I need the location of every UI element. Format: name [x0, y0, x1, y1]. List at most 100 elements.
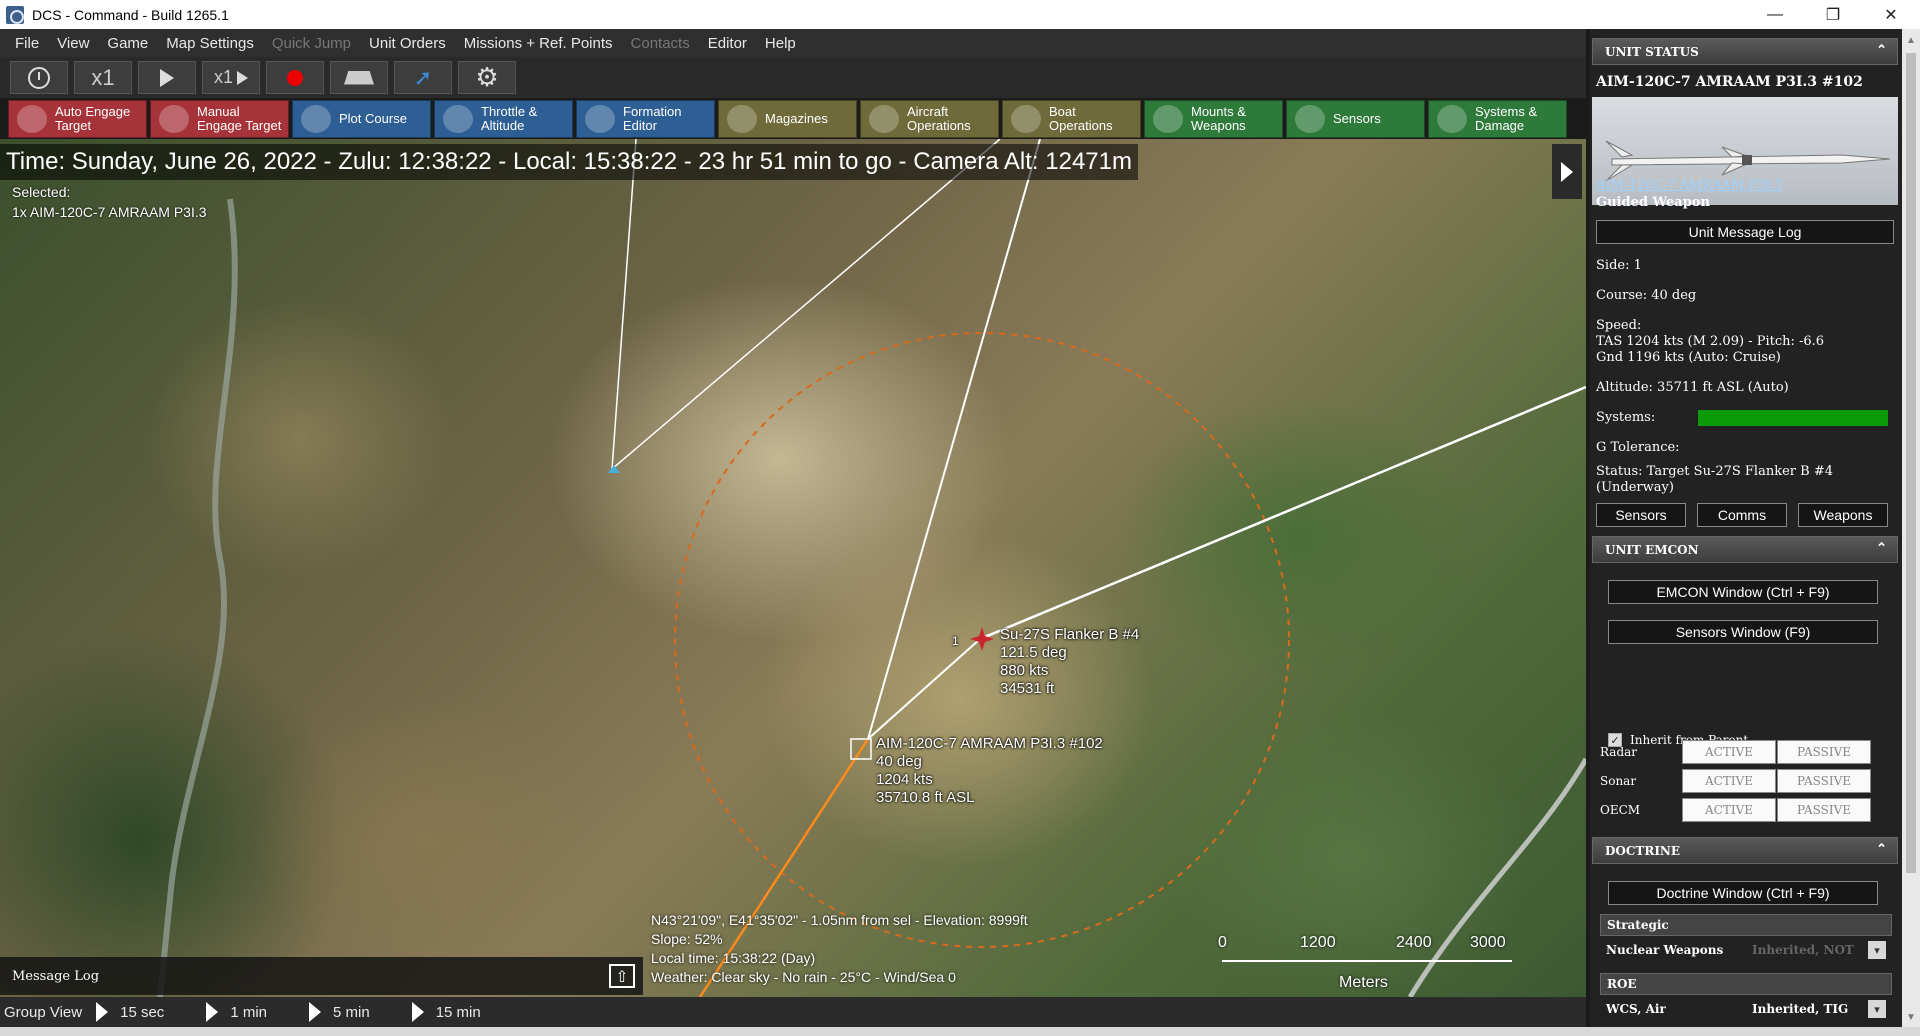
emcon-window-button[interactable]: EMCON Window (Ctrl + F9): [1608, 580, 1878, 604]
menu-unit-orders[interactable]: Unit Orders: [360, 35, 455, 52]
play-button[interactable]: [138, 61, 196, 94]
time-compression-button[interactable]: x1: [74, 61, 132, 94]
unit-status-line1: Status: Target Su-27S Flanker B #4: [1596, 464, 1833, 479]
message-log-bar[interactable]: Message Log ⇧: [0, 957, 643, 995]
sonar-passive-option[interactable]: PASSIVE: [1777, 769, 1871, 793]
mounts-weapons-button[interactable]: Mounts & Weapons: [1144, 100, 1283, 138]
step-5min-label: 5 min: [333, 1003, 370, 1021]
menu-file[interactable]: File: [6, 35, 48, 52]
collapse-icon[interactable]: ⌃: [1876, 43, 1887, 58]
step-button[interactable]: x1: [202, 61, 260, 94]
menu-quick-jump[interactable]: Quick Jump: [263, 35, 360, 52]
magazines-button[interactable]: Magazines: [718, 100, 857, 138]
step-15min-button[interactable]: 15 min: [411, 1002, 481, 1022]
sensors-label: Sensors: [1333, 111, 1381, 126]
map-overlay: [157, 139, 1586, 997]
minimize-button[interactable]: —: [1746, 0, 1804, 29]
close-button[interactable]: ✕: [1862, 0, 1920, 29]
play-icon: [96, 1002, 109, 1022]
collapse-icon[interactable]: ⌃: [1876, 541, 1887, 556]
menu-view[interactable]: View: [48, 35, 98, 52]
time-status-bar: Time: Sunday, June 26, 2022 - Zulu: 12:3…: [0, 144, 1138, 180]
group-view-toggle[interactable]: Group View: [0, 1004, 82, 1021]
target-name: Su-27S Flanker B #4: [1000, 626, 1140, 643]
radar-passive-option[interactable]: PASSIVE: [1777, 740, 1871, 764]
mounts-label-2: Weapons: [1191, 118, 1246, 133]
oecm-passive-option[interactable]: PASSIVE: [1777, 798, 1871, 822]
sensors-tab-button[interactable]: Sensors: [1596, 503, 1686, 527]
speed-label: Speed:: [1596, 318, 1642, 333]
crosshair-icon: [159, 105, 189, 133]
sensors-icon: [1295, 105, 1325, 133]
sensors-button[interactable]: Sensors: [1286, 100, 1425, 138]
panel-scrollbar[interactable]: ▲ ▼: [1902, 29, 1920, 1027]
menu-game[interactable]: Game: [98, 35, 157, 52]
menu-missions-ref-points[interactable]: Missions + Ref. Points: [455, 35, 622, 52]
nuclear-weapons-label: Nuclear Weapons: [1606, 943, 1724, 957]
mounts-label-1: Mounts &: [1191, 104, 1246, 119]
sonar-active-option[interactable]: ACTIVE: [1682, 769, 1776, 793]
menu-contacts[interactable]: Contacts: [622, 35, 699, 52]
time-compression-label: x1: [91, 64, 115, 90]
pointer-button[interactable]: ➚: [394, 61, 452, 94]
step-15sec-label: 15 sec: [120, 1003, 165, 1021]
settings-button[interactable]: ⚙: [458, 61, 516, 94]
menu-help[interactable]: Help: [756, 35, 805, 52]
doctrine-window-button[interactable]: Doctrine Window (Ctrl + F9): [1608, 881, 1878, 905]
dropdown-icon[interactable]: ▾: [1868, 1000, 1886, 1018]
radar-active-option[interactable]: ACTIVE: [1682, 740, 1776, 764]
tactical-map[interactable]: Time: Sunday, June 26, 2022 - Zulu: 12:3…: [0, 139, 1586, 997]
speed-gnd: Gnd 1196 kts (Auto: Cruise): [1596, 350, 1781, 365]
bottom-bar: Group View 15 sec 1 min 5 min 15 min: [0, 997, 1586, 1027]
auto-engage-target-button[interactable]: Auto Engage Target: [8, 100, 147, 138]
river: [157, 198, 238, 997]
plot-course-button[interactable]: Plot Course: [292, 100, 431, 138]
clock-button[interactable]: [10, 61, 68, 94]
unit-side: Side: 1: [1596, 258, 1642, 273]
manual-engage-target-button[interactable]: Manual Engage Target: [150, 100, 289, 138]
step-5min-button[interactable]: 5 min: [309, 1002, 370, 1022]
scroll-down-icon[interactable]: ▼: [1906, 1012, 1916, 1023]
window-controls: — ❐ ✕: [1746, 0, 1920, 29]
record-button[interactable]: [266, 61, 324, 94]
step-15sec-button[interactable]: 15 sec: [96, 1002, 164, 1022]
dock-button[interactable]: [330, 61, 388, 94]
unit-message-log-button[interactable]: Unit Message Log: [1596, 220, 1894, 244]
unit-altitude: Altitude: 35711 ft ASL (Auto): [1596, 380, 1789, 395]
aircraft-operations-button[interactable]: Aircraft Operations: [860, 100, 999, 138]
menu-editor[interactable]: Editor: [699, 35, 756, 52]
step-1min-button[interactable]: 1 min: [206, 1002, 267, 1022]
unit-emcon-header[interactable]: UNIT EMCON ⌃: [1592, 536, 1898, 563]
panel-toggle-button[interactable]: [1552, 144, 1582, 199]
comms-tab-button[interactable]: Comms: [1697, 503, 1787, 527]
systems-damage-button[interactable]: Systems & Damage: [1428, 100, 1567, 138]
unit-class-link[interactable]: AIM-120C-7 AMRAAM P3I.3: [1596, 178, 1783, 194]
unit-course: Course: 40 deg: [1596, 288, 1697, 303]
unit-panel: UNIT STATUS ⌃ AIM-120C-7 AMRAAM P3I.3 #10…: [1590, 29, 1902, 1027]
doctrine-header[interactable]: DOCTRINE ⌃: [1592, 837, 1898, 864]
missile-track-line: [867, 638, 981, 740]
scrollbar-thumb[interactable]: [1906, 53, 1916, 873]
auto-engage-label: Auto Engage Target: [55, 105, 130, 133]
missile-unit-label[interactable]: AIM-120C-7 AMRAAM P3I.3 #102 40 deg 1204…: [876, 735, 1103, 807]
weapons-tab-button[interactable]: Weapons: [1798, 503, 1888, 527]
manual-engage-label-2: Engage Target: [197, 118, 282, 133]
sensors-window-button[interactable]: Sensors Window (F9): [1608, 620, 1878, 644]
unit-status-header[interactable]: UNIT STATUS ⌃: [1592, 38, 1898, 65]
throttle-altitude-button[interactable]: Throttle & Altitude: [434, 100, 573, 138]
oecm-active-option[interactable]: ACTIVE: [1682, 798, 1776, 822]
menu-map-settings[interactable]: Map Settings: [157, 35, 263, 52]
unit-status-title: UNIT STATUS: [1605, 44, 1699, 59]
mounts-icon: [1153, 105, 1183, 133]
boat-operations-button[interactable]: Boat Operations: [1002, 100, 1141, 138]
step-label: x1: [213, 67, 233, 87]
restore-button[interactable]: ❐: [1804, 0, 1862, 29]
scroll-up-icon[interactable]: ▲: [1906, 35, 1916, 46]
collapse-icon[interactable]: ⌃: [1876, 842, 1887, 857]
missile-name: AIM-120C-7 AMRAAM P3I.3 #102: [876, 735, 1103, 752]
formation-editor-button[interactable]: Formation Editor: [576, 100, 715, 138]
doctrine-row-wcs-air: WCS, Air Inherited, TIG ▾: [1600, 997, 1892, 1021]
expand-up-icon[interactable]: ⇧: [609, 964, 635, 988]
target-unit-label[interactable]: Su-27S Flanker B #4 121.5 deg 880 kts 34…: [1000, 626, 1139, 698]
dropdown-icon[interactable]: ▾: [1868, 941, 1886, 959]
